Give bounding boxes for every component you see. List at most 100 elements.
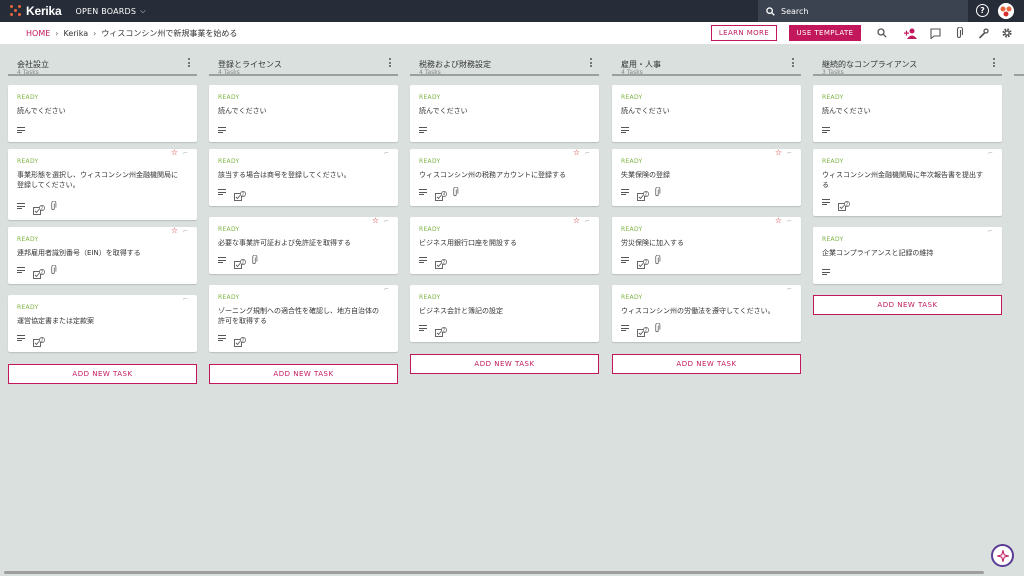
status-badge: READY [419, 94, 441, 101]
avatar[interactable] [998, 3, 1014, 19]
chat-icon[interactable] [928, 26, 942, 40]
breadcrumb-home[interactable]: HOME [26, 29, 50, 38]
task-card[interactable]: READY 読んでください [612, 85, 801, 142]
task-card[interactable]: ⌐ READY 該当する場合は商号を登録してください。 2 [209, 149, 398, 206]
kerika-logo[interactable]: Kerika [10, 4, 62, 18]
star-icon[interactable]: ☆ [171, 227, 178, 235]
task-card[interactable]: ⌐ READY ウィスコンシン州の労働法を遵守してください。 2 [612, 285, 801, 342]
status-badge: READY [17, 304, 39, 311]
board-header: HOME › Kerika › ウィスコンシン州で新規事業を始める LEARN … [0, 22, 1024, 45]
task-icons [621, 127, 637, 133]
star-icon[interactable]: ☆ [573, 149, 580, 157]
checklist-icon: 2 [435, 323, 447, 337]
search-input[interactable]: Search [781, 7, 808, 16]
task-card[interactable]: READY 読んでください [813, 85, 1002, 142]
corner-icon: ⌐ [182, 228, 188, 235]
chevron-down-icon: ⌵ [140, 6, 146, 15]
board-search-icon[interactable] [875, 26, 889, 40]
task-icons [218, 127, 234, 133]
column-task-count: 4 Tasks [621, 69, 643, 76]
checklist-count: 2 [41, 206, 44, 211]
task-title: 読んでください [822, 107, 871, 115]
task-icons [17, 127, 33, 133]
task-card[interactable]: READY 読んでください [8, 85, 197, 142]
tools-icon[interactable] [976, 26, 990, 40]
open-boards-label: OPEN BOARDS [75, 6, 137, 16]
checklist-icon: 2 [435, 255, 447, 269]
search-box[interactable]: Search [758, 0, 968, 22]
task-card[interactable]: ⌐ READY ゾーニング規制への適合性を確認し、地方自治体の許可を取得する 2 [209, 285, 398, 352]
column-task-count: 4 Tasks [419, 69, 441, 76]
task-icons: 2 [419, 255, 451, 269]
description-icon [419, 325, 427, 331]
star-icon[interactable]: ☆ [573, 217, 580, 225]
checklist-icon: 2 [637, 255, 649, 269]
status-badge: READY [17, 94, 39, 101]
add-task-button[interactable]: ADD NEW TASK [209, 364, 398, 384]
add-person-icon[interactable] [903, 26, 917, 40]
column-menu-icon[interactable] [992, 58, 996, 68]
task-title: 必要な事業許可証および免許証を取得する [218, 239, 351, 247]
description-icon [419, 127, 427, 133]
description-icon [621, 325, 629, 331]
status-badge: READY [822, 158, 844, 165]
star-icon[interactable]: ☆ [372, 217, 379, 225]
task-card[interactable]: ☆ ⌐ READY ウィスコンシン州の税務アカウントに登録する 4 [410, 149, 599, 206]
add-task-button[interactable]: ADD NEW TASK [813, 295, 1002, 315]
star-icon[interactable]: ☆ [775, 217, 782, 225]
task-card[interactable]: ⌐ READY 企業コンプライアンスと記録の維持 [813, 227, 1002, 284]
attachment-icon [655, 323, 661, 333]
column-menu-icon[interactable] [388, 58, 392, 68]
breadcrumb-account[interactable]: Kerika [63, 29, 88, 38]
description-icon [218, 257, 226, 263]
task-card[interactable]: ☆ ⌐ READY ビジネス用銀行口座を開設する 2 [410, 217, 599, 274]
task-card[interactable]: READY 読んでください [410, 85, 599, 142]
gear-icon[interactable] [1000, 26, 1014, 40]
task-card[interactable]: ⌐ READY ウィスコンシン州金融機関局に年次報告書を提出する 2 [813, 149, 1002, 216]
search-icon [766, 6, 775, 16]
help-icon[interactable]: ? [976, 4, 989, 17]
logo-icon [10, 5, 22, 17]
task-card[interactable]: ☆ ⌐ READY 労災保険に加入する 2 [612, 217, 801, 274]
next-column-edge [1014, 55, 1024, 76]
horizontal-scrollbar[interactable] [4, 571, 984, 574]
status-badge: READY [419, 294, 441, 301]
column-menu-icon[interactable] [791, 58, 795, 68]
task-card[interactable]: ☆ ⌐ READY 失業保険の登録 2 [612, 149, 801, 206]
description-icon [621, 127, 629, 133]
task-card[interactable]: ☆ ⌐ READY 事業形態を選択し、ウィスコンシン州金融機関局に登録してください… [8, 149, 197, 220]
task-card[interactable]: READY 読んでください [209, 85, 398, 142]
breadcrumb: HOME › Kerika › ウィスコンシン州で新規事業を始める [26, 28, 237, 39]
column-menu-icon[interactable] [589, 58, 593, 68]
open-boards-menu[interactable]: OPEN BOARDS ⌵ [76, 7, 146, 16]
attachment-icon[interactable] [952, 26, 966, 40]
task-card[interactable]: ☆ ⌐ READY 連邦雇用者識別番号（EIN）を取得する 2 [8, 227, 197, 284]
task-icons: 2 [17, 201, 61, 215]
star-icon[interactable]: ☆ [775, 149, 782, 157]
add-task-button[interactable]: ADD NEW TASK [612, 354, 801, 374]
task-icons: 2 [621, 255, 665, 269]
task-card[interactable]: ☆ ⌐ READY 必要な事業許可証および免許証を取得する 2 [209, 217, 398, 274]
corner-icon: ⌐ [383, 286, 389, 293]
task-title: 失業保険の登録 [621, 171, 670, 179]
column-menu-icon[interactable] [187, 58, 191, 68]
description-icon [218, 189, 226, 195]
task-card[interactable]: ⌐ READY 運営協定書または定款案 2 [8, 295, 197, 352]
attachment-icon [655, 255, 661, 265]
task-icons [419, 127, 435, 133]
add-task-button[interactable]: ADD NEW TASK [410, 354, 599, 374]
corner-icon: ⌐ [786, 286, 792, 293]
column: 雇用・人事 4 Tasks [612, 55, 808, 76]
use-template-button[interactable]: USE TEMPLATE [789, 25, 861, 41]
task-title: ビジネス用銀行口座を開設する [419, 239, 517, 247]
status-badge: READY [419, 158, 441, 165]
add-task-button[interactable]: ADD NEW TASK [8, 364, 197, 384]
task-icons [822, 269, 838, 275]
ai-assistant-icon[interactable] [991, 544, 1014, 567]
learn-more-button[interactable]: LEARN MORE [711, 25, 777, 41]
star-icon[interactable]: ☆ [171, 149, 178, 157]
task-card[interactable]: READY ビジネス会計と簿記の設定 2 [410, 285, 599, 342]
column-task-count: 3 Tasks [822, 69, 844, 76]
attachment-icon [252, 255, 258, 265]
description-icon [621, 257, 629, 263]
